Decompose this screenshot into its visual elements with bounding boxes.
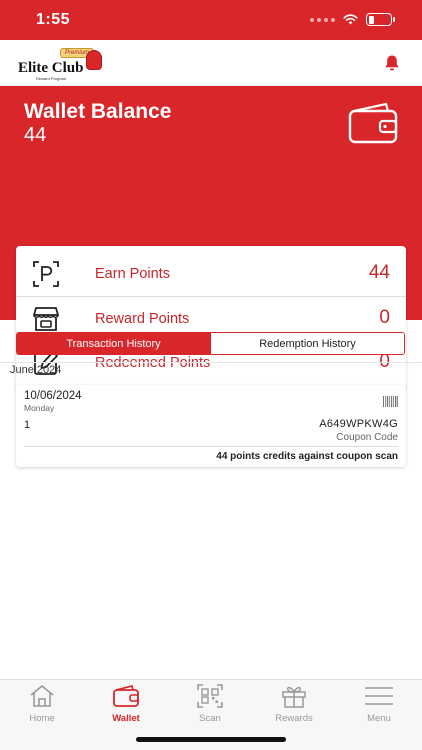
transaction-date: 10/06/2024 <box>24 390 82 402</box>
history-tabs: Transaction History Redemption History <box>16 332 405 355</box>
status-time: 1:55 <box>36 11 71 28</box>
nav-rewards[interactable]: Rewards <box>259 684 329 730</box>
nav-wallet[interactable]: Wallet <box>91 684 161 730</box>
gift-icon <box>282 686 306 708</box>
barcode-icon <box>383 396 398 407</box>
nav-home-label: Home <box>29 713 55 724</box>
parking-p-icon <box>33 261 59 287</box>
status-icons <box>310 13 395 26</box>
earn-points-value: 44 <box>368 262 390 283</box>
wallet-title: Wallet Balance <box>24 100 172 123</box>
hamburger-menu-icon <box>365 687 393 705</box>
tab-redemption-history[interactable]: Redemption History <box>210 333 404 354</box>
transaction-card[interactable]: 10/06/2024 Monday 1 A649WPKW4G Coupon Co… <box>16 385 406 467</box>
coupon-code-label: Coupon Code <box>336 432 398 443</box>
wallet-icon <box>348 102 398 144</box>
wifi-icon <box>343 14 358 25</box>
wallet-balance: 44 <box>24 124 47 146</box>
nav-rewards-label: Rewards <box>275 713 313 724</box>
transaction-note: 44 points credits against coupon scan <box>216 451 398 462</box>
transaction-quantity: 1 <box>24 419 31 431</box>
redeemed-points-label: Redeemed Points <box>95 355 211 371</box>
battery-icon <box>366 13 395 26</box>
nav-scan[interactable]: Scan <box>175 684 245 730</box>
divider <box>0 362 422 363</box>
divider <box>24 446 398 447</box>
store-icon <box>33 307 59 331</box>
nav-wallet-label: Wallet <box>112 713 140 724</box>
tab-transaction-history[interactable]: Transaction History <box>17 333 210 354</box>
app-header: Elite Club Premium Reward Program <box>0 40 422 86</box>
logo-text: Elite Club <box>18 60 84 76</box>
home-indicator <box>136 737 286 742</box>
reward-points-label: Reward Points <box>95 311 190 327</box>
transaction-day: Monday <box>24 403 55 413</box>
nav-menu[interactable]: Menu <box>344 684 414 730</box>
logo-mascot-icon <box>86 50 102 70</box>
qr-scan-icon <box>197 684 223 708</box>
status-bar: 1:55 <box>0 0 422 40</box>
wallet-icon <box>113 685 139 707</box>
home-icon <box>30 685 54 707</box>
earn-points-label: Earn Points <box>95 266 170 282</box>
nav-home[interactable]: Home <box>7 684 77 730</box>
coupon-code-value: A649WPKW4G <box>319 418 398 430</box>
reward-points-value: 0 <box>379 307 390 328</box>
points-card: Earn Points 44 Reward Points 0 Redeemed … <box>16 246 406 391</box>
month-label: June 2024 <box>10 364 62 376</box>
elite-club-logo[interactable]: Elite Club Premium Reward Program <box>18 46 108 81</box>
signal-dots-icon <box>310 17 335 22</box>
earn-points-row[interactable]: Earn Points 44 <box>16 252 406 296</box>
notification-bell-icon[interactable] <box>384 54 400 72</box>
logo-subtext: Reward Program <box>36 76 67 81</box>
nav-menu-label: Menu <box>367 713 391 724</box>
wallet-panel: Wallet Balance 44 Earn Points 44 Reward … <box>0 86 422 391</box>
nav-scan-label: Scan <box>199 713 221 724</box>
